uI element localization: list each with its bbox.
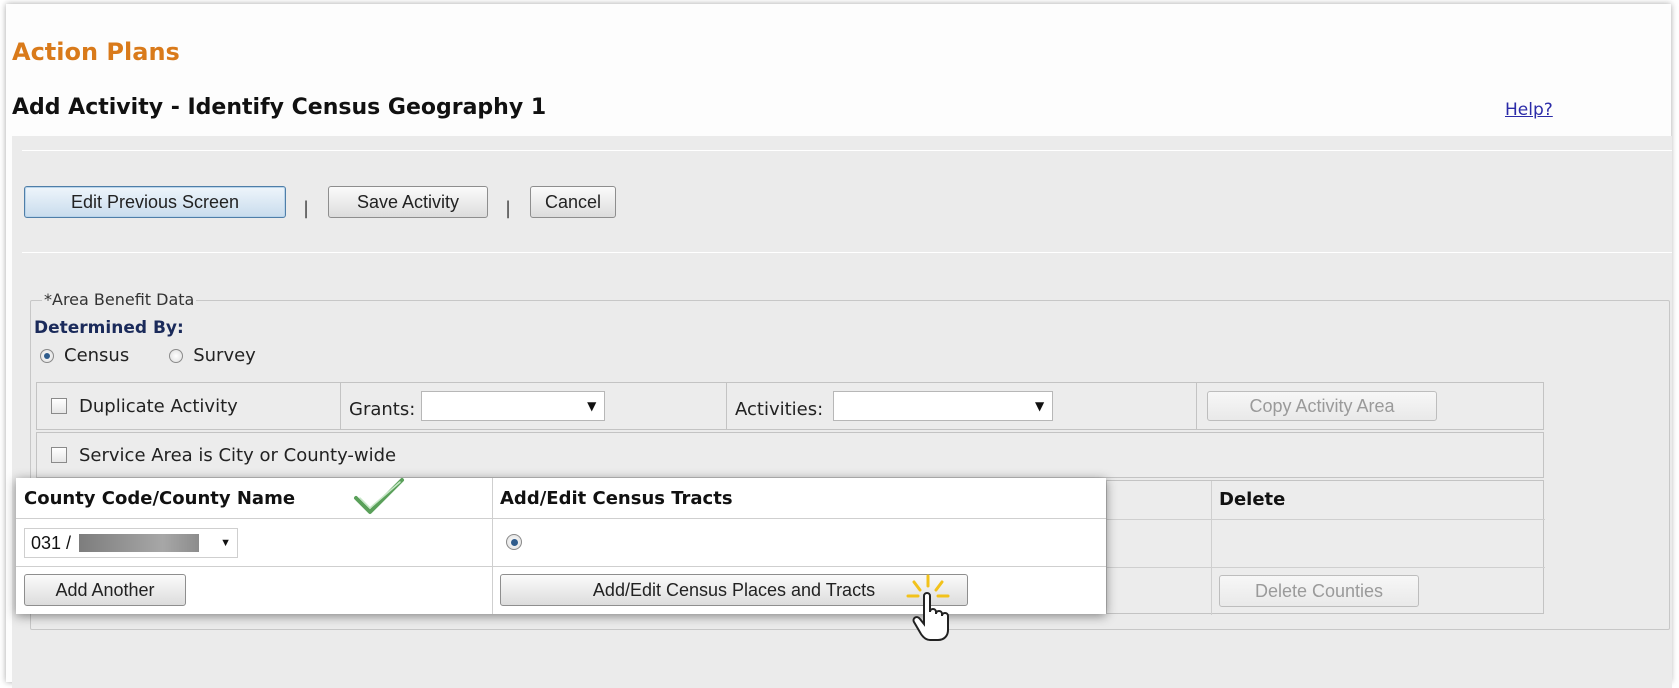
census-label: Census xyxy=(64,345,130,366)
county-code-header: County Code/County Name xyxy=(24,488,296,509)
determined-by-label: Determined By: xyxy=(34,318,184,338)
area-benefit-legend: *Area Benefit Data xyxy=(42,290,197,309)
service-area-cell: Service Area is City or County-wide xyxy=(37,433,1543,477)
dropdown-arrow-icon: ▼ xyxy=(220,537,231,549)
service-area-checkbox[interactable] xyxy=(51,447,67,463)
survey-label: Survey xyxy=(193,345,256,366)
edit-previous-screen-button[interactable]: Edit Previous Screen xyxy=(24,186,286,218)
delete-header: Delete xyxy=(1219,489,1286,510)
save-activity-button[interactable]: Save Activity xyxy=(328,186,488,218)
copy-activity-area-button[interactable]: Copy Activity Area xyxy=(1207,391,1437,421)
activities-label: Activities: xyxy=(735,398,824,420)
app-title: Action Plans xyxy=(12,38,180,66)
cancel-button[interactable]: Cancel xyxy=(530,186,616,218)
survey-radio[interactable] xyxy=(169,348,184,363)
dropdown-arrow-icon: ▼ xyxy=(587,399,597,413)
activities-select[interactable]: ▼ xyxy=(833,391,1054,421)
census-tracts-radio[interactable] xyxy=(506,534,522,550)
grants-cell: Grants: ▼ xyxy=(341,383,727,429)
copy-cell: Copy Activity Area xyxy=(1197,383,1543,429)
census-radio[interactable] xyxy=(40,348,54,363)
duplicate-activity-label: Duplicate Activity xyxy=(79,395,238,417)
add-another-button[interactable]: Add Another xyxy=(24,574,186,606)
page-title: Add Activity - Identify Census Geography… xyxy=(12,95,547,120)
grants-label: Grants: xyxy=(349,398,416,420)
duplicate-activity-checkbox[interactable] xyxy=(51,398,67,414)
county-value: 031 / xyxy=(31,532,72,553)
dropdown-arrow-icon: ▼ xyxy=(1034,399,1045,413)
county-select[interactable]: 031 / ▼ xyxy=(24,528,238,558)
duplicate-activity-row: Duplicate Activity Grants: ▼ Activities:… xyxy=(36,382,1544,430)
redacted-county-name xyxy=(79,534,200,552)
divider-top xyxy=(22,150,1672,151)
census-tracts-header: Add/Edit Census Tracts xyxy=(500,488,733,509)
help-link[interactable]: Help? xyxy=(1505,100,1553,120)
county-table-background: Delete Delete Counties xyxy=(1106,480,1545,615)
hand-cursor-icon xyxy=(906,574,950,641)
activities-cell: Activities: ▼ xyxy=(727,383,1197,429)
determined-by-options: Census Survey xyxy=(40,345,256,366)
toolbar-separator: | xyxy=(505,198,512,219)
divider-bottom xyxy=(22,252,1672,253)
add-edit-census-places-button[interactable]: Add/Edit Census Places and Tracts xyxy=(500,574,968,606)
checkmark-icon xyxy=(354,478,404,514)
duplicate-cell: Duplicate Activity xyxy=(37,383,341,429)
grants-select[interactable]: ▼ xyxy=(421,391,606,421)
delete-counties-button[interactable]: Delete Counties xyxy=(1219,575,1419,607)
service-area-row: Service Area is City or County-wide xyxy=(36,432,1544,478)
toolbar-separator: | xyxy=(303,198,310,219)
service-area-label: Service Area is City or County-wide xyxy=(79,444,397,466)
